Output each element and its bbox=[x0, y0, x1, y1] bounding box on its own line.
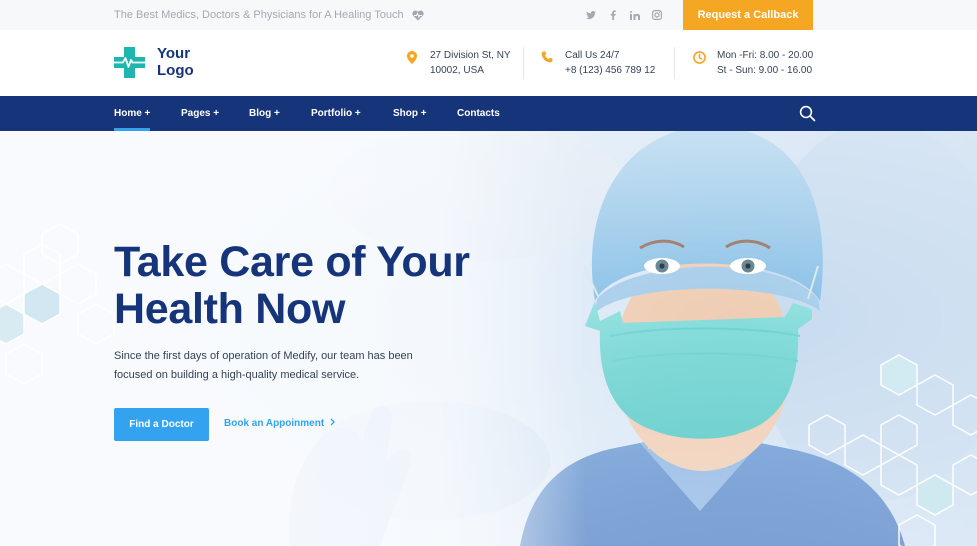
header: Your Logo 27 Division St, NY 10002, USA … bbox=[0, 30, 977, 96]
search-icon[interactable] bbox=[799, 105, 816, 122]
hero-description: Since the first days of operation of Med… bbox=[114, 347, 444, 385]
location-pin-icon bbox=[405, 48, 419, 78]
linkedin-icon[interactable] bbox=[624, 7, 646, 23]
tagline: The Best Medics, Doctors & Physicians fo… bbox=[114, 9, 424, 21]
hero-title-line-1: Take Care of Your bbox=[114, 238, 470, 286]
twitter-icon[interactable] bbox=[580, 7, 602, 23]
request-callback-button[interactable]: Request a Callback bbox=[683, 0, 813, 30]
logo-line-1: Your bbox=[157, 45, 191, 62]
hours-line-1: Mon -Fri: 8.00 - 20.00 bbox=[717, 50, 814, 61]
hero-background-image bbox=[0, 131, 977, 546]
nav-item-pages[interactable]: Pages + bbox=[181, 96, 219, 131]
hours-line-2: St - Sun: 9.00 - 16.00 bbox=[717, 65, 813, 76]
address-line-2: 10002, USA bbox=[430, 65, 484, 76]
logo-text: Your Logo bbox=[157, 45, 194, 79]
main-nav: Home + Pages + Blog + Portfolio + Shop +… bbox=[0, 96, 977, 131]
nav-item-shop[interactable]: Shop + bbox=[393, 96, 427, 131]
clock-icon bbox=[692, 48, 706, 78]
divider bbox=[523, 47, 524, 79]
hero-description-line-1: Since the first days of operation of Med… bbox=[114, 350, 413, 362]
logo[interactable]: Your Logo bbox=[114, 45, 194, 79]
facebook-icon[interactable] bbox=[602, 7, 624, 23]
nav-item-home[interactable]: Home + bbox=[114, 96, 151, 131]
phone-number[interactable]: +8 (123) 456 789 12 bbox=[565, 63, 655, 78]
top-bar: The Best Medics, Doctors & Physicians fo… bbox=[0, 0, 977, 30]
book-appointment-label: Book an Appoinment bbox=[224, 418, 325, 429]
hero-description-line-2: focused on building a high-quality medic… bbox=[114, 369, 360, 381]
phone-icon bbox=[540, 48, 554, 78]
nav-item-portfolio[interactable]: Portfolio + bbox=[311, 96, 361, 131]
logo-line-2: Logo bbox=[157, 62, 194, 79]
hero-section: Take Care of Your Health Now Since the f… bbox=[0, 131, 977, 546]
nav-item-blog[interactable]: Blog + bbox=[249, 96, 280, 131]
tagline-text: The Best Medics, Doctors & Physicians fo… bbox=[114, 9, 404, 21]
address-line-1: 27 Division St, NY bbox=[430, 50, 511, 61]
chevron-right-icon bbox=[330, 418, 336, 429]
hero-title-line-2: Health Now bbox=[114, 285, 346, 333]
heart-pulse-icon bbox=[411, 10, 424, 21]
phone-info: Call Us 24/7 +8 (123) 456 789 12 bbox=[540, 48, 655, 78]
book-appointment-link[interactable]: Book an Appoinment bbox=[224, 418, 336, 429]
find-a-doctor-button[interactable]: Find a Doctor bbox=[114, 408, 209, 441]
divider bbox=[674, 47, 675, 79]
phone-line-1: Call Us 24/7 bbox=[565, 50, 620, 61]
social-links bbox=[580, 7, 668, 23]
medical-cross-logo-icon bbox=[114, 46, 145, 78]
address-info: 27 Division St, NY 10002, USA bbox=[405, 48, 511, 78]
instagram-icon[interactable] bbox=[646, 7, 668, 23]
hero-title: Take Care of Your Health Now bbox=[114, 239, 534, 333]
nav-item-contacts[interactable]: Contacts bbox=[457, 96, 500, 131]
hours-info: Mon -Fri: 8.00 - 20.00 St - Sun: 9.00 - … bbox=[692, 48, 813, 78]
